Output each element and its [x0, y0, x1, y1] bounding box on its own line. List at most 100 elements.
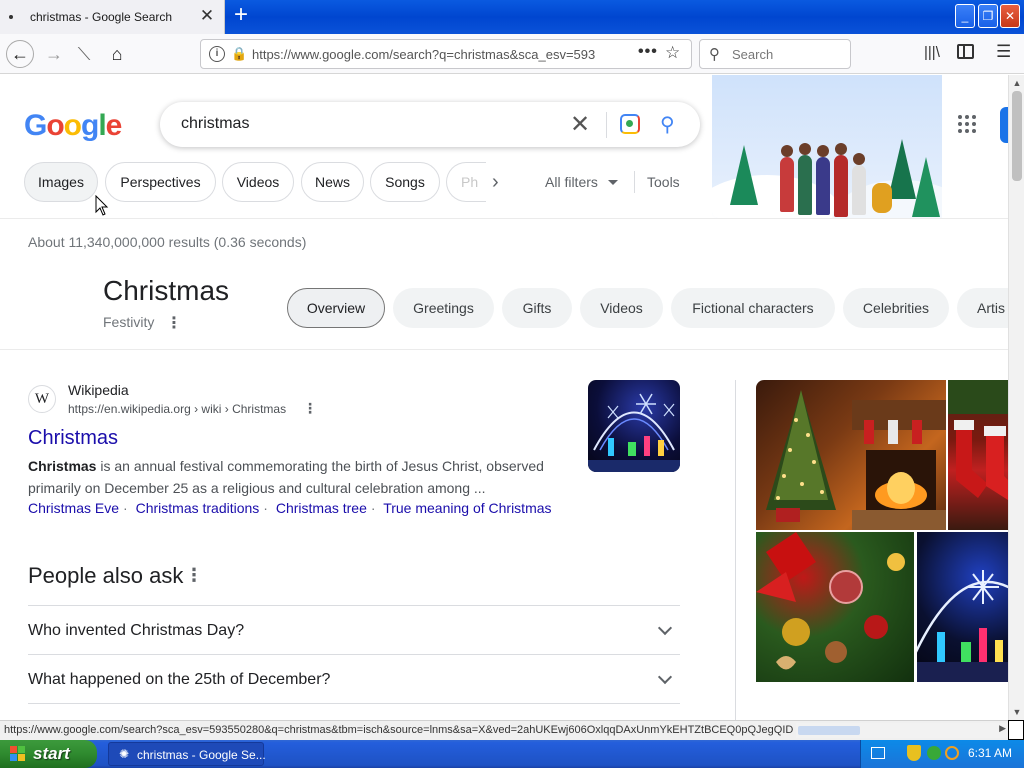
- search-submit-icon[interactable]: ⚲: [660, 112, 675, 137]
- people-also-ask-heading: People also ask: [28, 563, 184, 588]
- snippet-text: is an annual festival commemorating the …: [28, 458, 544, 496]
- tab-close-icon[interactable]: ✕: [198, 7, 216, 25]
- hamburger-menu-icon[interactable]: ☰: [996, 42, 1011, 62]
- google-search-box[interactable]: christmas ✕ ⚲: [160, 102, 700, 147]
- home-button[interactable]: ⌂: [103, 40, 131, 68]
- tab-overview[interactable]: Overview: [287, 288, 385, 328]
- filter-perspectives[interactable]: Perspectives: [105, 162, 216, 202]
- tab-videos[interactable]: Videos: [580, 288, 663, 328]
- tools-button[interactable]: Tools: [647, 174, 680, 190]
- stockings-image[interactable]: [948, 380, 1008, 530]
- google-logo[interactable]: Google: [24, 109, 122, 143]
- google-apps-icon[interactable]: [958, 115, 976, 133]
- filter-images[interactable]: Images: [24, 162, 98, 202]
- paa-question[interactable]: Who invented Christmas Day?: [28, 622, 244, 640]
- scroll-down-icon[interactable]: ▼: [1009, 704, 1024, 720]
- paa-question[interactable]: What happened on the 25th of December?: [28, 671, 330, 689]
- url-text[interactable]: https://www.google.com/search?q=christma…: [252, 47, 602, 62]
- scroll-up-icon[interactable]: ▲: [1009, 75, 1024, 91]
- header-divider: [0, 218, 1008, 219]
- browser-tab[interactable]: christmas - Google Search ✕: [0, 0, 225, 34]
- sitelink-christmas-tree[interactable]: Christmas tree: [276, 500, 367, 516]
- tab-artists[interactable]: Artis: [957, 288, 1008, 328]
- address-bar[interactable]: i 🔒 https://www.google.com/search?q=chri…: [200, 39, 692, 69]
- filter-videos[interactable]: Videos: [222, 162, 294, 202]
- search-icon: ⚲: [709, 46, 720, 63]
- sitelink-christmas-eve[interactable]: Christmas Eve: [28, 500, 119, 516]
- scroll-right-icon[interactable]: ▶: [999, 723, 1006, 734]
- search-divider: [606, 112, 607, 138]
- result-site-name[interactable]: Wikipedia: [68, 382, 129, 398]
- browser-search-input[interactable]: ⚲ Search: [699, 39, 851, 69]
- christmas-doodle[interactable]: [712, 75, 942, 218]
- caret-down-icon[interactable]: [608, 180, 618, 185]
- result-thumbnail[interactable]: [588, 380, 680, 472]
- window-close-button[interactable]: ✕: [1000, 4, 1020, 28]
- logo-letter: o: [63, 109, 82, 142]
- reload-button[interactable]: ⟍: [70, 40, 98, 68]
- keyboard-icon[interactable]: [871, 747, 885, 759]
- library-icon[interactable]: |||\: [924, 44, 940, 61]
- page-actions-icon[interactable]: •••: [638, 43, 658, 61]
- clear-icon[interactable]: ✕: [570, 110, 590, 139]
- shield-icon[interactable]: [907, 745, 921, 761]
- network-icon[interactable]: [927, 746, 941, 760]
- back-button[interactable]: ←: [6, 40, 34, 68]
- more-vert-icon[interactable]: ⋮: [185, 565, 203, 586]
- section-divider: [0, 349, 1008, 350]
- more-vert-icon[interactable]: ⋮: [303, 400, 317, 417]
- sidebar-icon[interactable]: [957, 44, 974, 59]
- start-button[interactable]: start: [0, 740, 97, 768]
- result-stats: About 11,340,000,000 results (0.36 secon…: [28, 234, 307, 250]
- tab-title: christmas - Google Search: [30, 10, 173, 24]
- ornaments-image[interactable]: [756, 532, 914, 682]
- tab-fictional-characters[interactable]: Fictional characters: [671, 288, 835, 328]
- info-icon[interactable]: i: [209, 46, 225, 62]
- hscroll-thumb[interactable]: [798, 726, 860, 735]
- taskbar-window-title: christmas - Google Se...: [137, 748, 266, 762]
- clock[interactable]: 6:31 AM: [968, 746, 1012, 760]
- search-icon[interactable]: [945, 746, 959, 760]
- start-label: start: [33, 744, 70, 763]
- resize-corner: [1008, 720, 1024, 740]
- horizontal-scrollbar[interactable]: ▶: [796, 723, 1008, 738]
- chevron-down-icon[interactable]: [657, 669, 673, 685]
- tab-celebrities[interactable]: Celebrities: [843, 288, 949, 328]
- taskbar-window-button[interactable]: ✺ christmas - Google Se...: [108, 742, 266, 766]
- bookmark-star-icon[interactable]: ☆: [665, 43, 680, 63]
- new-tab-button[interactable]: +: [229, 3, 253, 28]
- sitelink-true-meaning[interactable]: True meaning of Christmas: [383, 500, 551, 516]
- forward-button[interactable]: →: [40, 40, 68, 68]
- filter-partial[interactable]: Ph: [446, 162, 486, 202]
- entity-subtitle: Festivity: [103, 314, 155, 330]
- light-display-image[interactable]: [917, 532, 1008, 682]
- entity-title: Christmas: [103, 275, 230, 306]
- lock-icon[interactable]: 🔒: [231, 46, 247, 62]
- minimize-button[interactable]: _: [955, 4, 975, 28]
- tab-gifts[interactable]: Gifts: [502, 288, 572, 328]
- more-vert-icon[interactable]: ⋮: [166, 313, 182, 333]
- result-title-link[interactable]: Christmas: [28, 427, 118, 450]
- sign-in-button[interactable]: [1000, 107, 1008, 143]
- tab-greetings[interactable]: Greetings: [393, 288, 494, 328]
- wikipedia-favicon[interactable]: W: [28, 385, 56, 413]
- google-lens-icon[interactable]: [620, 114, 640, 134]
- all-filters-button[interactable]: All filters: [545, 174, 598, 190]
- vertical-scrollbar[interactable]: ▲ ▼: [1008, 75, 1024, 720]
- chevron-down-icon[interactable]: [657, 620, 673, 636]
- system-tray: 6:31 AM: [860, 740, 1024, 768]
- search-query[interactable]: christmas: [181, 115, 249, 133]
- column-divider: [735, 380, 736, 720]
- scroll-thumb[interactable]: [1012, 91, 1022, 181]
- filter-songs[interactable]: Songs: [370, 162, 440, 202]
- maximize-button[interactable]: ❐: [978, 4, 998, 28]
- window-titlebar: christmas - Google Search ✕ + _ ❐ ✕: [0, 0, 1024, 34]
- chevron-right-icon[interactable]: ›: [492, 171, 499, 194]
- logo-letter: G: [24, 109, 47, 142]
- christmas-tree-fireplace-image[interactable]: [756, 380, 946, 530]
- result-url[interactable]: https://en.wikipedia.org › wiki › Christ…: [68, 402, 286, 416]
- result-sitelinks: Christmas Eve · Christmas traditions · Chr…: [28, 500, 552, 516]
- filter-news[interactable]: News: [301, 162, 364, 202]
- tab-loading-icon: [9, 15, 13, 19]
- sitelink-christmas-traditions[interactable]: Christmas traditions: [136, 500, 260, 516]
